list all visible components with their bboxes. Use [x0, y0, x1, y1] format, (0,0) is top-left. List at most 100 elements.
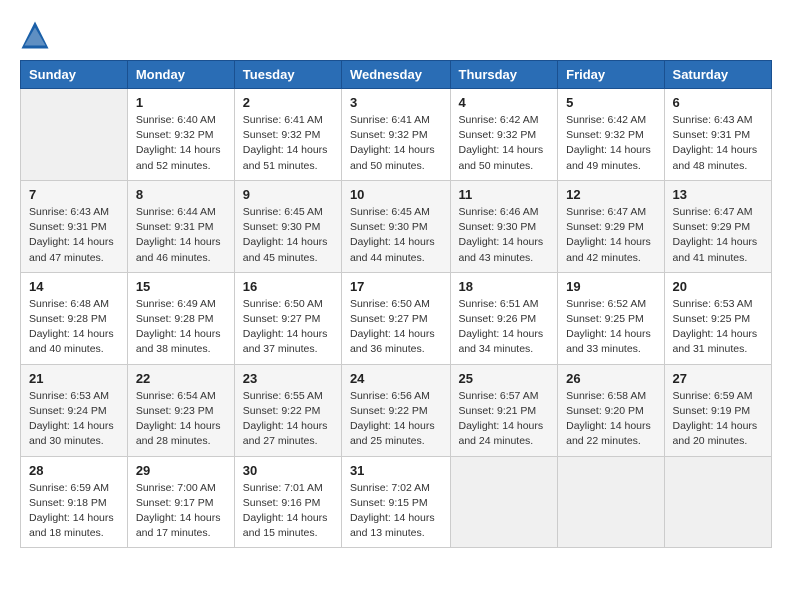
- day-number: 22: [136, 371, 226, 386]
- week-row-4: 21 Sunrise: 6:53 AMSunset: 9:24 PMDayligh…: [21, 364, 772, 456]
- day-number: 16: [243, 279, 333, 294]
- day-info: Sunrise: 6:49 AMSunset: 9:28 PMDaylight:…: [136, 297, 226, 358]
- day-info: Sunrise: 6:46 AMSunset: 9:30 PMDaylight:…: [459, 205, 550, 266]
- day-info: Sunrise: 6:56 AMSunset: 9:22 PMDaylight:…: [350, 389, 442, 450]
- calendar-table: SundayMondayTuesdayWednesdayThursdayFrid…: [20, 60, 772, 548]
- day-number: 2: [243, 95, 333, 110]
- week-row-5: 28 Sunrise: 6:59 AMSunset: 9:18 PMDayligh…: [21, 456, 772, 548]
- day-info: Sunrise: 7:01 AMSunset: 9:16 PMDaylight:…: [243, 481, 333, 542]
- day-info: Sunrise: 6:52 AMSunset: 9:25 PMDaylight:…: [566, 297, 655, 358]
- day-number: 31: [350, 463, 442, 478]
- day-number: 15: [136, 279, 226, 294]
- calendar-cell: [558, 456, 664, 548]
- day-info: Sunrise: 6:41 AMSunset: 9:32 PMDaylight:…: [350, 113, 442, 174]
- day-info: Sunrise: 6:45 AMSunset: 9:30 PMDaylight:…: [350, 205, 442, 266]
- day-number: 5: [566, 95, 655, 110]
- calendar-cell: 6 Sunrise: 6:43 AMSunset: 9:31 PMDaylight…: [664, 89, 771, 181]
- header-row: SundayMondayTuesdayWednesdayThursdayFrid…: [21, 61, 772, 89]
- day-number: 27: [673, 371, 763, 386]
- day-info: Sunrise: 6:42 AMSunset: 9:32 PMDaylight:…: [459, 113, 550, 174]
- page-header: [20, 20, 772, 50]
- calendar-cell: 29 Sunrise: 7:00 AMSunset: 9:17 PMDayligh…: [127, 456, 234, 548]
- calendar-cell: [664, 456, 771, 548]
- calendar-cell: 27 Sunrise: 6:59 AMSunset: 9:19 PMDayligh…: [664, 364, 771, 456]
- header-wednesday: Wednesday: [341, 61, 450, 89]
- calendar-cell: 23 Sunrise: 6:55 AMSunset: 9:22 PMDayligh…: [234, 364, 341, 456]
- week-row-3: 14 Sunrise: 6:48 AMSunset: 9:28 PMDayligh…: [21, 272, 772, 364]
- calendar-cell: 15 Sunrise: 6:49 AMSunset: 9:28 PMDayligh…: [127, 272, 234, 364]
- calendar-cell: 12 Sunrise: 6:47 AMSunset: 9:29 PMDayligh…: [558, 180, 664, 272]
- calendar-cell: [450, 456, 558, 548]
- day-number: 7: [29, 187, 119, 202]
- day-number: 20: [673, 279, 763, 294]
- day-number: 30: [243, 463, 333, 478]
- calendar-cell: 7 Sunrise: 6:43 AMSunset: 9:31 PMDaylight…: [21, 180, 128, 272]
- day-number: 11: [459, 187, 550, 202]
- logo-icon: [20, 20, 50, 50]
- day-info: Sunrise: 6:47 AMSunset: 9:29 PMDaylight:…: [673, 205, 763, 266]
- header-saturday: Saturday: [664, 61, 771, 89]
- calendar-cell: 9 Sunrise: 6:45 AMSunset: 9:30 PMDaylight…: [234, 180, 341, 272]
- day-info: Sunrise: 6:54 AMSunset: 9:23 PMDaylight:…: [136, 389, 226, 450]
- day-info: Sunrise: 6:42 AMSunset: 9:32 PMDaylight:…: [566, 113, 655, 174]
- day-number: 17: [350, 279, 442, 294]
- header-thursday: Thursday: [450, 61, 558, 89]
- day-number: 4: [459, 95, 550, 110]
- day-info: Sunrise: 6:59 AMSunset: 9:18 PMDaylight:…: [29, 481, 119, 542]
- calendar-cell: 1 Sunrise: 6:40 AMSunset: 9:32 PMDaylight…: [127, 89, 234, 181]
- day-info: Sunrise: 7:02 AMSunset: 9:15 PMDaylight:…: [350, 481, 442, 542]
- day-info: Sunrise: 6:41 AMSunset: 9:32 PMDaylight:…: [243, 113, 333, 174]
- calendar-cell: 30 Sunrise: 7:01 AMSunset: 9:16 PMDayligh…: [234, 456, 341, 548]
- calendar-cell: 24Sunrise: 6:56 AMSunset: 9:22 PMDayligh…: [341, 364, 450, 456]
- day-info: Sunrise: 6:58 AMSunset: 9:20 PMDaylight:…: [566, 389, 655, 450]
- day-info: Sunrise: 6:47 AMSunset: 9:29 PMDaylight:…: [566, 205, 655, 266]
- week-row-2: 7 Sunrise: 6:43 AMSunset: 9:31 PMDaylight…: [21, 180, 772, 272]
- calendar-cell: 21 Sunrise: 6:53 AMSunset: 9:24 PMDayligh…: [21, 364, 128, 456]
- calendar-cell: [21, 89, 128, 181]
- week-row-1: 1 Sunrise: 6:40 AMSunset: 9:32 PMDaylight…: [21, 89, 772, 181]
- day-info: Sunrise: 6:53 AMSunset: 9:24 PMDaylight:…: [29, 389, 119, 450]
- day-info: Sunrise: 6:59 AMSunset: 9:19 PMDaylight:…: [673, 389, 763, 450]
- day-info: Sunrise: 6:43 AMSunset: 9:31 PMDaylight:…: [29, 205, 119, 266]
- day-number: 28: [29, 463, 119, 478]
- day-info: Sunrise: 6:51 AMSunset: 9:26 PMDaylight:…: [459, 297, 550, 358]
- day-info: Sunrise: 6:57 AMSunset: 9:21 PMDaylight:…: [459, 389, 550, 450]
- calendar-cell: 2 Sunrise: 6:41 AMSunset: 9:32 PMDaylight…: [234, 89, 341, 181]
- day-number: 6: [673, 95, 763, 110]
- day-info: Sunrise: 6:50 AMSunset: 9:27 PMDaylight:…: [350, 297, 442, 358]
- header-tuesday: Tuesday: [234, 61, 341, 89]
- day-number: 23: [243, 371, 333, 386]
- day-number: 18: [459, 279, 550, 294]
- calendar-cell: 10 Sunrise: 6:45 AMSunset: 9:30 PMDayligh…: [341, 180, 450, 272]
- day-number: 3: [350, 95, 442, 110]
- day-number: 29: [136, 463, 226, 478]
- day-info: Sunrise: 6:40 AMSunset: 9:32 PMDaylight:…: [136, 113, 226, 174]
- header-sunday: Sunday: [21, 61, 128, 89]
- day-number: 1: [136, 95, 226, 110]
- day-info: Sunrise: 6:43 AMSunset: 9:31 PMDaylight:…: [673, 113, 763, 174]
- day-info: Sunrise: 6:55 AMSunset: 9:22 PMDaylight:…: [243, 389, 333, 450]
- day-info: Sunrise: 6:53 AMSunset: 9:25 PMDaylight:…: [673, 297, 763, 358]
- calendar-cell: 18 Sunrise: 6:51 AMSunset: 9:26 PMDayligh…: [450, 272, 558, 364]
- header-friday: Friday: [558, 61, 664, 89]
- day-info: Sunrise: 7:00 AMSunset: 9:17 PMDaylight:…: [136, 481, 226, 542]
- day-info: Sunrise: 6:45 AMSunset: 9:30 PMDaylight:…: [243, 205, 333, 266]
- day-number: 12: [566, 187, 655, 202]
- day-number: 13: [673, 187, 763, 202]
- calendar-cell: 31 Sunrise: 7:02 AMSunset: 9:15 PMDayligh…: [341, 456, 450, 548]
- calendar-cell: 25Sunrise: 6:57 AMSunset: 9:21 PMDayligh…: [450, 364, 558, 456]
- day-number: 26: [566, 371, 655, 386]
- day-number: 21: [29, 371, 119, 386]
- day-number: 14: [29, 279, 119, 294]
- day-number: 10: [350, 187, 442, 202]
- day-number: 8: [136, 187, 226, 202]
- calendar-cell: 28 Sunrise: 6:59 AMSunset: 9:18 PMDayligh…: [21, 456, 128, 548]
- calendar-cell: 20 Sunrise: 6:53 AMSunset: 9:25 PMDayligh…: [664, 272, 771, 364]
- day-info: Sunrise: 6:50 AMSunset: 9:27 PMDaylight:…: [243, 297, 333, 358]
- day-number: 9: [243, 187, 333, 202]
- day-info: Sunrise: 6:48 AMSunset: 9:28 PMDaylight:…: [29, 297, 119, 358]
- calendar-cell: 3 Sunrise: 6:41 AMSunset: 9:32 PMDaylight…: [341, 89, 450, 181]
- calendar-cell: 13 Sunrise: 6:47 AMSunset: 9:29 PMDayligh…: [664, 180, 771, 272]
- calendar-cell: 11 Sunrise: 6:46 AMSunset: 9:30 PMDayligh…: [450, 180, 558, 272]
- day-number: 19: [566, 279, 655, 294]
